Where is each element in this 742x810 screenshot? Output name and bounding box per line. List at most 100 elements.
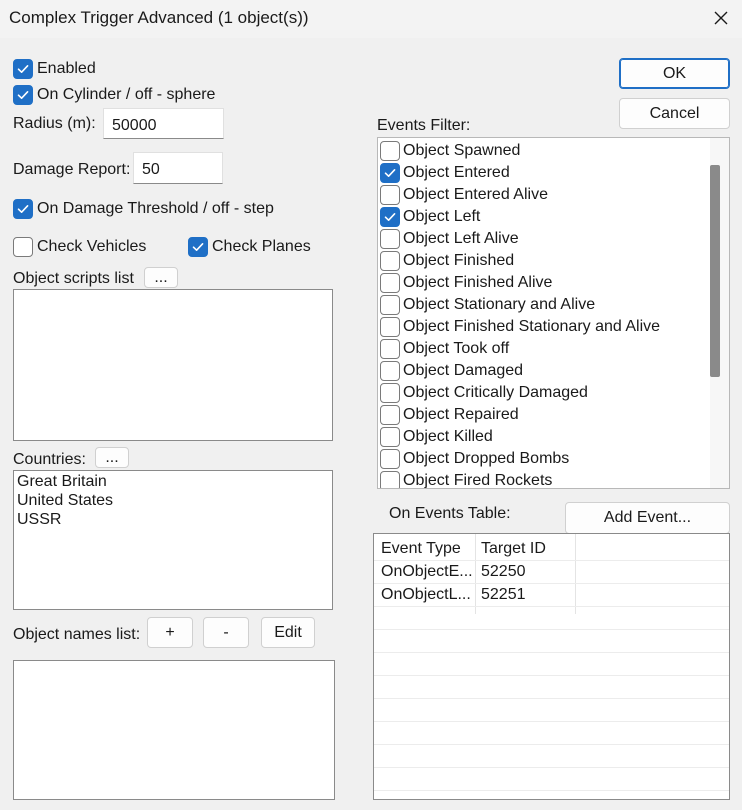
checkbox-box	[380, 251, 400, 271]
table-cell-event-type[interactable]: OnObjectL...	[381, 583, 473, 606]
object-scripts-listbox[interactable]	[13, 289, 333, 441]
event-filter-label: Object Stationary and Alive	[403, 296, 596, 313]
events-table[interactable]: Event Type Target ID OnObjectE... 52250 …	[373, 533, 730, 800]
checkbox-box	[380, 449, 400, 469]
checkbox-box	[380, 405, 400, 425]
checkbox-box	[380, 361, 400, 381]
scrollbar-thumb[interactable]	[710, 165, 720, 377]
countries-browse-button[interactable]: ...	[95, 447, 129, 468]
event-filter-label: Object Fired Rockets	[403, 472, 553, 489]
on-cylinder-checkbox[interactable]: On Cylinder / off - sphere	[13, 85, 215, 105]
event-filter-item[interactable]: Object Entered	[380, 162, 510, 184]
object-names-remove-button[interactable]: -	[203, 617, 249, 648]
event-filter-label: Object Repaired	[403, 406, 519, 423]
check-vehicles-checkbox[interactable]: Check Vehicles	[13, 237, 146, 257]
events-table-label: On Events Table:	[389, 505, 511, 522]
checkbox-box	[380, 207, 400, 227]
events-filter-list[interactable]: Object Spawned Object Entered Object Ent…	[377, 137, 730, 489]
table-cell-event-type[interactable]: OnObjectE...	[381, 560, 473, 583]
event-filter-label: Object Entered Alive	[403, 186, 548, 203]
on-damage-threshold-label: On Damage Threshold / off - step	[37, 200, 274, 217]
radius-label: Radius (m):	[13, 115, 96, 132]
checkbox-box	[380, 427, 400, 447]
event-filter-item[interactable]: Object Critically Damaged	[380, 382, 588, 404]
event-filter-item[interactable]: Object Killed	[380, 426, 493, 448]
title-bar: Complex Trigger Advanced (1 object(s))	[0, 0, 742, 38]
checkmark-icon	[384, 169, 396, 177]
event-filter-item[interactable]: Object Fired Rockets	[380, 470, 553, 489]
event-filter-label: Object Spawned	[403, 142, 521, 159]
checkbox-box	[13, 237, 33, 257]
event-filter-item[interactable]: Object Finished Stationary and Alive	[380, 316, 660, 338]
damage-report-input[interactable]	[133, 152, 223, 184]
checkbox-box	[380, 317, 400, 337]
object-scripts-browse-button[interactable]: ...	[144, 267, 178, 288]
event-filter-label: Object Killed	[403, 428, 493, 445]
checkbox-box	[380, 295, 400, 315]
event-filter-item[interactable]: Object Left	[380, 206, 480, 228]
countries-label: Countries:	[13, 451, 86, 468]
list-item[interactable]: Great Britain	[14, 472, 332, 491]
object-names-add-button[interactable]: +	[147, 617, 193, 648]
checkmark-icon	[384, 213, 396, 221]
checkbox-box	[13, 59, 33, 79]
event-filter-item[interactable]: Object Finished Alive	[380, 272, 552, 294]
checkbox-box	[380, 185, 400, 205]
event-filter-item[interactable]: Object Spawned	[380, 140, 520, 162]
column-header-event-type[interactable]: Event Type	[381, 537, 471, 560]
events-filter-label: Events Filter:	[377, 117, 471, 134]
list-item[interactable]: USSR	[14, 510, 332, 529]
enabled-checkbox[interactable]: Enabled	[13, 59, 96, 79]
checkmark-icon	[17, 205, 29, 213]
ok-button[interactable]: OK	[619, 58, 730, 89]
event-filter-item[interactable]: Object Dropped Bombs	[380, 448, 569, 470]
checkmark-icon	[192, 243, 204, 251]
radius-input[interactable]	[103, 108, 224, 139]
checkbox-box	[380, 471, 400, 488]
event-filter-item[interactable]: Object Stationary and Alive	[380, 294, 595, 316]
object-names-edit-button[interactable]: Edit	[261, 617, 315, 648]
event-filter-label: Object Took off	[403, 340, 510, 357]
event-filter-label: Object Entered	[403, 164, 510, 181]
event-filter-label: Object Finished Alive	[403, 274, 553, 291]
window-title: Complex Trigger Advanced (1 object(s))	[9, 8, 309, 27]
add-event-button[interactable]: Add Event...	[565, 502, 730, 534]
object-names-label: Object names list:	[13, 626, 141, 643]
event-filter-item[interactable]: Object Repaired	[380, 404, 519, 426]
event-filter-item[interactable]: Object Damaged	[380, 360, 523, 382]
checkbox-box	[380, 383, 400, 403]
table-cell-target-id[interactable]: 52251	[481, 583, 571, 606]
event-filter-label: Object Left Alive	[403, 230, 519, 247]
checkbox-box	[380, 229, 400, 249]
close-button[interactable]	[700, 0, 742, 36]
table-cell-target-id[interactable]: 52250	[481, 560, 571, 583]
object-names-listbox[interactable]	[13, 660, 335, 800]
event-filter-label: Object Critically Damaged	[403, 384, 588, 401]
event-filter-label: Object Left	[403, 208, 481, 225]
check-vehicles-label: Check Vehicles	[37, 238, 147, 255]
check-planes-checkbox[interactable]: Check Planes	[188, 237, 311, 257]
cancel-button[interactable]: Cancel	[619, 98, 730, 129]
checkbox-box	[13, 199, 33, 219]
damage-report-label: Damage Report:	[13, 161, 131, 178]
checkbox-box	[380, 163, 400, 183]
checkbox-box	[13, 85, 33, 105]
checkbox-box	[380, 273, 400, 293]
object-scripts-label: Object scripts list	[13, 270, 134, 287]
on-damage-threshold-checkbox[interactable]: On Damage Threshold / off - step	[13, 199, 274, 219]
event-filter-item[interactable]: Object Finished	[380, 250, 514, 272]
on-cylinder-label: On Cylinder / off - sphere	[37, 86, 216, 103]
list-item[interactable]: United States	[14, 491, 332, 510]
event-filter-label: Object Damaged	[403, 362, 524, 379]
event-filter-item[interactable]: Object Took off	[380, 338, 509, 360]
column-header-target-id[interactable]: Target ID	[481, 537, 571, 560]
checkmark-icon	[17, 65, 29, 73]
countries-listbox[interactable]: Great Britain United States USSR	[13, 470, 333, 610]
event-filter-label: Object Dropped Bombs	[403, 450, 570, 467]
event-filter-item[interactable]: Object Entered Alive	[380, 184, 548, 206]
close-icon	[714, 11, 728, 25]
event-filter-item[interactable]: Object Left Alive	[380, 228, 519, 250]
event-filter-label: Object Finished Stationary and Alive	[403, 318, 661, 335]
checkbox-box	[380, 141, 400, 161]
checkbox-box	[380, 339, 400, 359]
